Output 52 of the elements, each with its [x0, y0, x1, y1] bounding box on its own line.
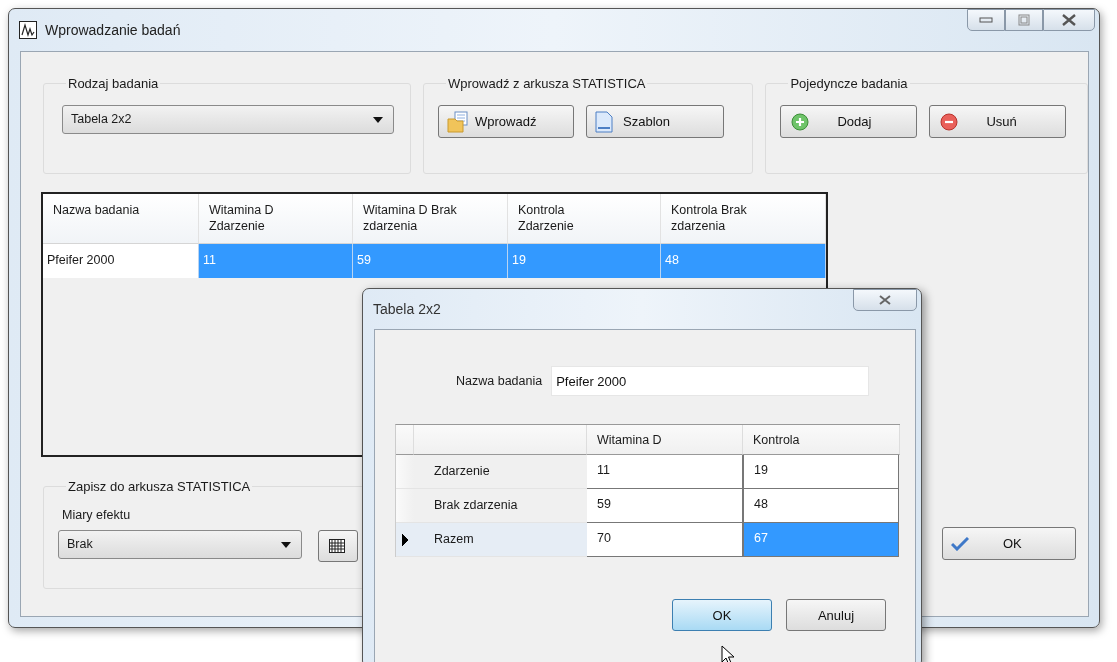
close-icon [1061, 14, 1077, 26]
column-header[interactable]: Witamina D Zdarzenie [199, 194, 353, 244]
grid-cell[interactable]: 70 [587, 523, 743, 557]
caret-icon [373, 117, 383, 123]
mouse-pointer-icon [721, 645, 735, 662]
close-button[interactable] [853, 289, 917, 311]
grid-cell[interactable]: 59 [587, 489, 743, 523]
name-field[interactable]: Pfeifer 2000 [551, 366, 870, 396]
grid-cell[interactable]: 48 [743, 489, 899, 523]
column-header[interactable]: Kontrola Zdarzenie [508, 194, 661, 244]
template-button[interactable]: Szablon [586, 105, 724, 138]
dialog-title: Tabela 2x2 [373, 301, 441, 317]
grid-cell[interactable]: 11 [587, 455, 743, 489]
caret-icon [281, 542, 291, 548]
import-button[interactable]: Wprowadź [438, 105, 574, 138]
column-header[interactable]: Kontrola [743, 425, 900, 455]
column-header[interactable]: Kontrola Brak zdarzenia [661, 194, 826, 244]
study-type-dropdown[interactable]: Tabela 2x2 [62, 105, 394, 134]
corner-header [396, 425, 414, 455]
column-header[interactable]: Nazwa badania [43, 194, 199, 244]
field-label: Nazwa badania [456, 374, 543, 388]
close-button[interactable] [1043, 9, 1095, 31]
ok-button[interactable]: OK [672, 599, 772, 631]
grid-icon [329, 539, 345, 553]
plus-icon [791, 112, 810, 131]
minus-icon [940, 112, 959, 131]
grid-cell[interactable]: 19 [743, 455, 899, 489]
group-label: Wprowadź z arkusza STATISTICA [447, 76, 647, 91]
window-title: Wprowadzanie badań [45, 22, 181, 38]
folder-icon [447, 110, 469, 133]
group-label: Zapisz do arkusza STATISTICA [67, 479, 252, 494]
grid-button[interactable] [318, 530, 358, 562]
row-header[interactable]: Razem [396, 523, 587, 557]
cancel-button[interactable]: Anuluj [786, 599, 886, 631]
ok-button[interactable]: OK [942, 527, 1076, 560]
maximize-icon [1018, 14, 1030, 26]
add-button[interactable]: Dodaj [780, 105, 918, 138]
close-icon [878, 295, 892, 305]
minimize-icon [979, 16, 993, 24]
effect-measure-dropdown[interactable]: Brak [58, 530, 302, 559]
table-cell[interactable]: Pfeifer 2000 [43, 244, 199, 278]
column-header[interactable]: Witamina D Brak zdarzenia [353, 194, 508, 244]
checkmark-icon [951, 536, 969, 551]
column-header[interactable]: Witamina D [587, 425, 743, 455]
group-label: Rodzaj badania [67, 76, 160, 91]
remove-button[interactable]: Usuń [929, 105, 1067, 138]
field-label: Miary efektu [62, 508, 132, 522]
minimize-button[interactable] [967, 9, 1005, 31]
maximize-button[interactable] [1005, 9, 1043, 31]
group-label: Pojedyncze badania [789, 76, 909, 91]
document-icon [595, 110, 613, 133]
app-icon [19, 21, 37, 39]
